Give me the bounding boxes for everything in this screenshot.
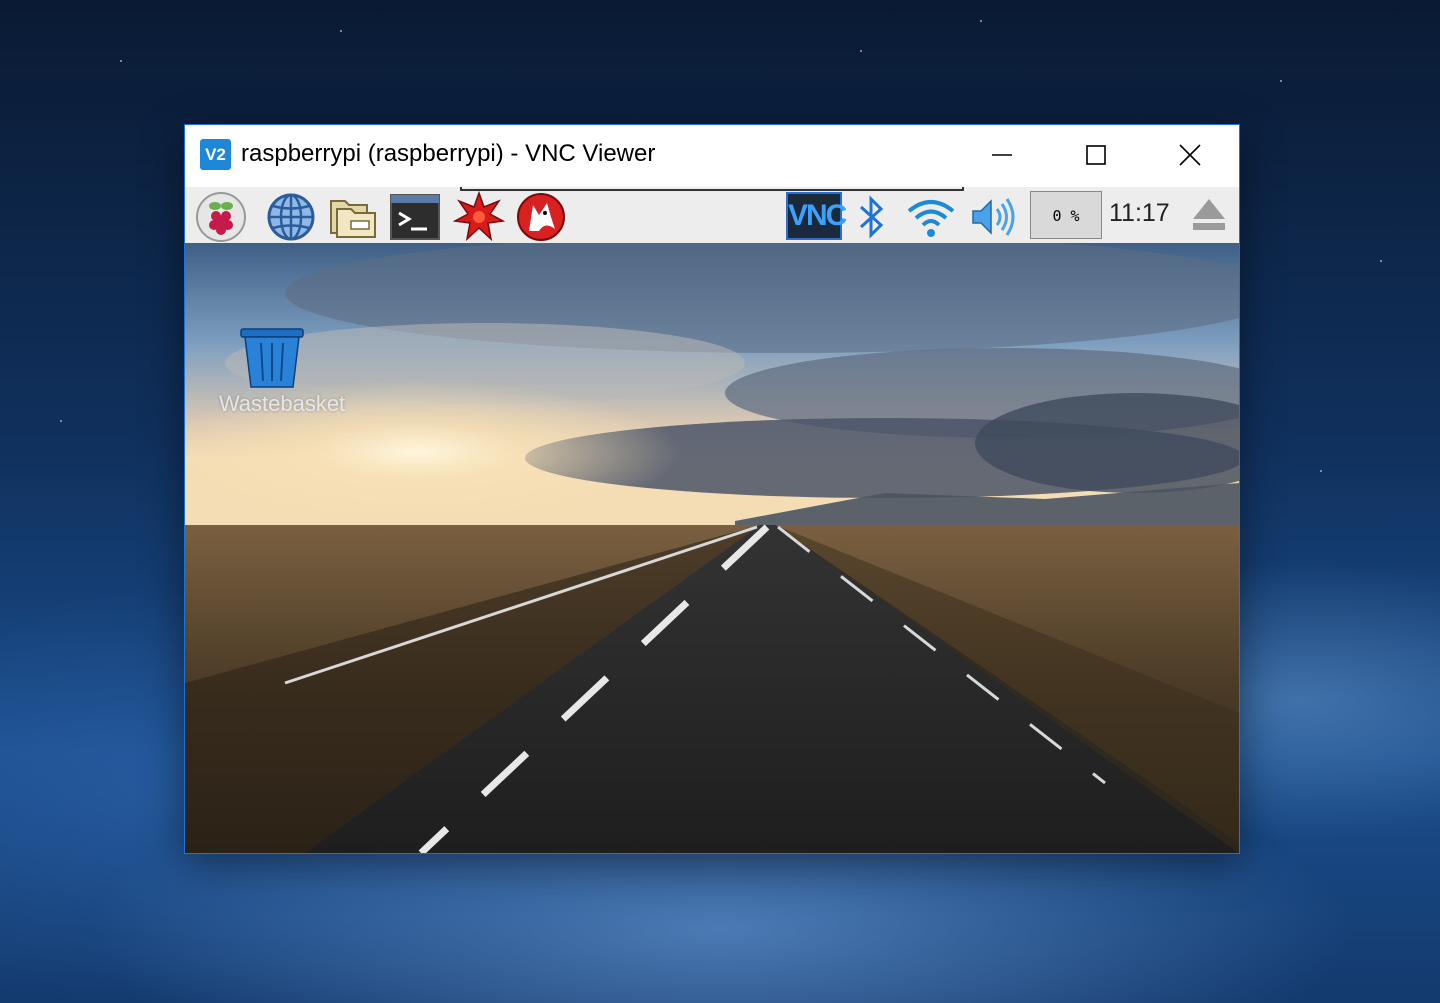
volume-icon — [972, 198, 1015, 236]
wifi-button[interactable] — [905, 191, 957, 243]
window-titlebar[interactable]: V2 raspberrypi (raspberrypi) - VNC Viewe… — [185, 125, 1239, 187]
terminal-button[interactable] — [389, 191, 441, 243]
vnc-server-tray-button[interactable]: VNC — [786, 192, 847, 240]
file-manager-button[interactable] — [327, 191, 379, 243]
eject-icon — [1193, 199, 1225, 230]
globe-icon — [267, 193, 315, 241]
folder-icon — [330, 200, 376, 238]
clock[interactable]: 11:17 — [1109, 199, 1170, 228]
vnc-app-icon: V2 — [200, 139, 231, 170]
wifi-icon — [907, 200, 955, 237]
raspberry-menu-icon — [196, 192, 246, 242]
wolfram-button[interactable] — [515, 191, 567, 243]
vnc-viewer-window: V2 raspberrypi (raspberrypi) - VNC Viewe… — [184, 124, 1240, 854]
terminal-icon — [390, 194, 440, 240]
close-button[interactable] — [1144, 125, 1236, 185]
volume-button[interactable] — [967, 191, 1019, 243]
mathematica-button[interactable] — [452, 190, 506, 243]
wastebasket-desktop-item[interactable]: Wastebasket — [219, 325, 345, 417]
eject-button[interactable] — [1191, 195, 1227, 235]
bluetooth-button[interactable] — [849, 191, 893, 243]
wastebasket-label: Wastebasket — [218, 391, 346, 416]
window-title: raspberrypi (raspberrypi) - VNC Viewer — [241, 140, 656, 167]
bluetooth-icon — [859, 195, 884, 239]
close-icon — [1179, 144, 1201, 166]
cpu-usage-monitor[interactable]: 0 % — [1030, 191, 1102, 239]
road-landscape-image — [185, 243, 1239, 853]
pi-taskbar: VNC 0 % 11:17 — [185, 187, 1239, 243]
minimize-button[interactable] — [956, 125, 1048, 185]
minimize-icon — [992, 153, 1012, 156]
mathematica-icon — [452, 190, 506, 242]
raspberry-menu-button[interactable] — [195, 191, 247, 243]
desktop-wallpaper[interactable]: Wastebasket — [185, 243, 1239, 853]
web-browser-button[interactable] — [265, 191, 317, 243]
trash-icon — [240, 328, 304, 388]
maximize-button[interactable] — [1050, 125, 1142, 185]
maximize-icon — [1086, 144, 1106, 165]
remote-desktop-view[interactable]: VNC 0 % 11:17 Wastebasket — [185, 187, 1239, 853]
wolfram-icon — [517, 193, 565, 241]
